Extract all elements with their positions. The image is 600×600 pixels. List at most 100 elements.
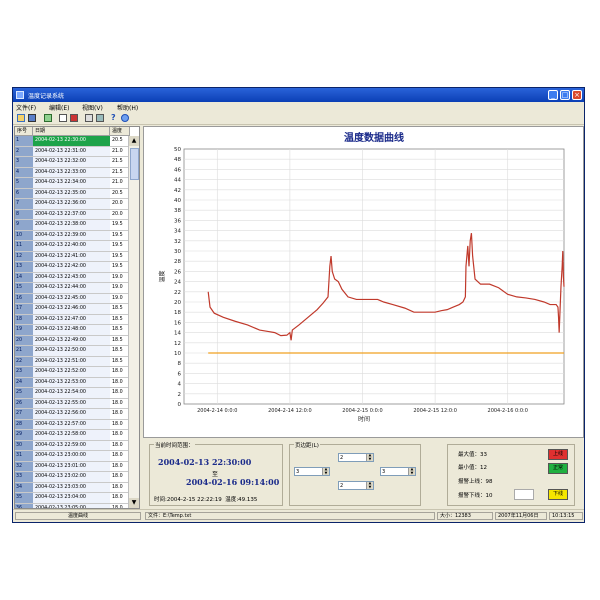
table-row[interactable]: 15 2004-02-13 22:44:00 19.0 [15,283,130,294]
info-icon[interactable] [121,114,129,122]
upper-limit-button[interactable]: 上线 [548,449,568,460]
menu-edit[interactable]: 编辑(E) [49,103,69,112]
menu-view[interactable]: 视图(V) [82,103,103,112]
margin-right-spinner[interactable]: 3 ▲ ▼ [380,467,416,476]
cell-temp: 20.0 [110,209,130,219]
table-row[interactable]: 27 2004-02-13 22:56:00 18.0 [15,409,130,420]
table-row[interactable]: 20 2004-02-13 22:49:00 18.5 [15,335,130,346]
table-row[interactable]: 7 2004-02-13 22:36:00 20.0 [15,199,130,210]
table-row[interactable]: 17 2004-02-13 22:46:00 18.5 [15,304,130,315]
margin-bottom-spinner[interactable]: 2 ▲ ▼ [338,481,374,490]
cell-no: 16 [15,293,33,303]
table-row[interactable]: 23 2004-02-13 22:52:00 18.0 [15,367,130,378]
x-tick-label: 2004-2-14 0:0:0 [197,408,237,414]
cell-temp: 18.0 [110,472,130,482]
table-row[interactable]: 2 2004-02-13 22:31:00 21.0 [15,146,130,157]
spin-arrows-icon[interactable]: ▲ ▼ [408,467,415,475]
table-row[interactable]: 14 2004-02-13 22:43:00 19.0 [15,272,130,283]
alarm-indicator-box [514,489,534,500]
table-row[interactable]: 22 2004-02-13 22:51:00 18.5 [15,356,130,367]
table-row[interactable]: 31 2004-02-13 23:00:00 18.0 [15,451,130,462]
table-row[interactable]: 34 2004-02-13 23:03:00 18.0 [15,482,130,493]
table-row[interactable]: 1 2004-02-13 22:30:00 20.5 [15,136,130,147]
title-bar[interactable]: 温度记录系统 _ □ × [13,88,584,102]
table-row[interactable]: 33 2004-02-13 23:02:00 18.0 [15,472,130,483]
column-header-no[interactable]: 序号 [15,127,33,136]
margin-top-spinner[interactable]: 2 ▲ ▼ [338,453,374,462]
scroll-down-icon[interactable]: ▼ [129,498,139,508]
table-row[interactable]: 19 2004-02-13 22:48:00 18.5 [15,325,130,336]
table-row[interactable]: 12 2004-02-13 22:41:00 19.5 [15,251,130,262]
table-row[interactable]: 35 2004-02-13 23:04:00 18.0 [15,493,130,504]
help-icon[interactable]: ? [111,114,119,122]
table-row[interactable]: 13 2004-02-13 22:42:00 19.5 [15,262,130,273]
table-row[interactable]: 6 2004-02-13 22:35:00 20.5 [15,188,130,199]
cell-no: 23 [15,367,33,377]
table-row[interactable]: 28 2004-02-13 22:57:00 18.0 [15,419,130,430]
export-icon[interactable] [70,114,78,122]
table-row[interactable]: 3 2004-02-13 22:32:00 21.5 [15,157,130,168]
menu-file[interactable]: 文件(F) [16,103,36,112]
status-bar: 温度曲线 文件：E:\Temp.txt 大小：12383 2007年11月06日… [13,509,584,522]
normal-button[interactable]: 正常 [548,463,568,474]
save-icon[interactable] [28,114,36,122]
table-row[interactable]: 8 2004-02-13 22:37:00 20.0 [15,209,130,220]
x-tick-label: 2004-2-16 0:0:0 [488,408,528,414]
alarm-upper-label: 报警上线：98 [458,479,493,485]
y-tick-label: 6 [178,371,182,377]
minimize-button[interactable]: _ [548,90,558,100]
print-icon[interactable] [85,114,93,122]
status-date: 2007年11月06日 [495,512,547,520]
download-icon[interactable] [44,114,52,122]
maximize-button[interactable]: □ [560,90,570,100]
spin-arrows-icon[interactable]: ▲ ▼ [322,467,329,475]
table-row[interactable]: 26 2004-02-13 22:55:00 18.0 [15,398,130,409]
spin-arrows-icon[interactable]: ▲ ▼ [366,481,373,489]
lower-limit-button[interactable]: 下线 [548,489,568,500]
cell-temp: 18.0 [110,440,130,450]
y-tick-label: 44 [174,178,181,184]
column-header-date[interactable]: 日期 [33,127,110,136]
settings-icon[interactable] [96,114,104,122]
table-row[interactable]: 9 2004-02-13 22:38:00 19.5 [15,220,130,231]
spin-arrows-icon[interactable]: ▲ ▼ [366,453,373,461]
cell-no: 35 [15,493,33,503]
cell-temp: 18.5 [110,335,130,345]
table-row[interactable]: 18 2004-02-13 22:47:00 18.5 [15,314,130,325]
table-row[interactable]: 16 2004-02-13 22:45:00 19.0 [15,293,130,304]
margin-left-spinner[interactable]: 3 ▲ ▼ [294,467,330,476]
table-row[interactable]: 29 2004-02-13 22:58:00 18.0 [15,430,130,441]
max-value-label: 最大值：33 [458,452,487,458]
table-row[interactable]: 11 2004-02-13 22:40:00 19.5 [15,241,130,252]
table-scrollbar[interactable]: ▲ ▼ [128,136,139,508]
scroll-up-icon[interactable]: ▲ [129,136,139,146]
table-row[interactable]: 30 2004-02-13 22:59:00 18.0 [15,440,130,451]
table-row[interactable]: 21 2004-02-13 22:50:00 18.5 [15,346,130,357]
chart-icon[interactable] [59,114,67,122]
table-row[interactable]: 10 2004-02-13 22:39:00 19.5 [15,230,130,241]
cell-date: 2004-02-13 22:56:00 [33,409,110,419]
cell-temp: 21.0 [110,146,130,156]
table-row[interactable]: 4 2004-02-13 22:33:00 21.5 [15,167,130,178]
scroll-thumb[interactable] [130,148,139,180]
cell-date: 2004-02-13 23:02:00 [33,472,110,482]
table-row[interactable]: 24 2004-02-13 22:53:00 18.0 [15,377,130,388]
cell-temp: 20.5 [110,188,130,198]
cell-no: 24 [15,377,33,387]
column-header-temp[interactable]: 温度 [110,127,130,136]
cell-no: 10 [15,230,33,240]
close-button[interactable]: × [572,90,582,100]
table-row[interactable]: 25 2004-02-13 22:54:00 18.0 [15,388,130,399]
cell-no: 7 [15,199,33,209]
open-icon[interactable] [17,114,25,122]
table-row[interactable]: 5 2004-02-13 22:34:00 21.0 [15,178,130,189]
y-tick-label: 34 [174,229,181,235]
cell-date: 2004-02-13 22:49:00 [33,335,110,345]
chart-panel: 0 2 4 6 8 10 12 14 16 18 20 22 24 26 28 30 32 34 36 38 40 42 4… [143,126,584,438]
menu-help[interactable]: 帮助(H) [117,103,138,112]
y-tick-label: 18 [174,310,181,316]
temp-value: 49.135 [238,497,258,503]
status-file: 文件：E:\Temp.txt [145,512,435,520]
table-row[interactable]: 32 2004-02-13 23:01:00 18.0 [15,461,130,472]
window-title: 温度记录系统 [28,93,65,100]
